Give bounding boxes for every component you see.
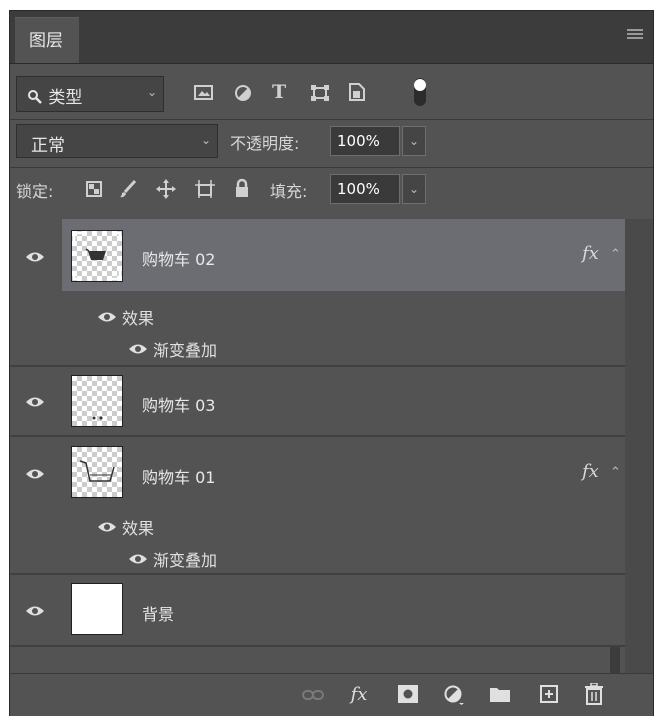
layers-scrollbar[interactable] <box>625 219 653 673</box>
effect-name[interactable]: 渐变叠加 <box>153 547 217 571</box>
chevron-down-icon: ⌄ <box>200 133 211 147</box>
layer-name[interactable]: 购物车 03 <box>142 392 215 416</box>
layer-name[interactable]: 购物车 02 <box>142 246 215 270</box>
eye-icon[interactable] <box>25 396 45 408</box>
layer-name[interactable]: 购物车 01 <box>142 464 215 488</box>
bottom-toolbar: fx <box>10 673 653 716</box>
effect-name[interactable]: 渐变叠加 <box>153 337 217 361</box>
opacity-dropdown[interactable]: ⌄ <box>402 126 426 156</box>
chevron-down-icon: ⌄ <box>146 85 157 99</box>
delete-layer-icon[interactable] <box>584 683 604 705</box>
effects-label: 效果 <box>122 519 155 538</box>
collapse-effects-icon[interactable]: ⌃ <box>610 465 621 480</box>
eye-icon[interactable] <box>97 521 117 533</box>
adjustment-filter-icon[interactable] <box>234 84 252 102</box>
lock-all-icon[interactable] <box>234 178 250 198</box>
lock-position-icon[interactable] <box>156 179 176 199</box>
add-mask-icon[interactable] <box>398 685 418 703</box>
filter-kind-dropdown[interactable]: 类型 ⌄ <box>16 76 164 112</box>
effects-label: 效果 <box>122 309 155 328</box>
lock-label: 锁定: <box>16 182 54 201</box>
eye-icon[interactable] <box>128 553 148 565</box>
filter-toggle-icon[interactable] <box>413 77 427 107</box>
layer-thumbnail <box>71 375 123 427</box>
layer-fx-icon[interactable]: fx <box>582 243 599 264</box>
lock-transparent-pixels-icon[interactable] <box>86 181 102 197</box>
fill-input[interactable]: 100% <box>330 174 400 204</box>
tab-layers[interactable]: 图层 <box>15 17 79 63</box>
eye-icon[interactable] <box>25 605 45 617</box>
layer-thumbnail <box>71 583 123 635</box>
eye-icon[interactable] <box>25 468 45 480</box>
tab-layers-label: 图层 <box>29 31 63 51</box>
new-layer-icon[interactable] <box>540 685 558 703</box>
shape-filter-icon[interactable] <box>310 84 330 102</box>
eye-icon[interactable] <box>25 251 45 263</box>
blend-mode-label: 正常 <box>31 136 65 156</box>
tab-bar: 图层 <box>10 11 653 64</box>
collapse-effects-icon[interactable]: ⌃ <box>610 247 621 262</box>
layer-thumbnail <box>71 230 123 282</box>
eye-icon[interactable] <box>97 311 117 323</box>
lock-image-pixels-icon[interactable] <box>119 179 137 199</box>
filter-kind-label: 类型 <box>48 88 83 108</box>
lock-artboard-icon[interactable] <box>194 179 216 199</box>
fill-label: 填充: <box>270 182 308 201</box>
fill-dropdown[interactable]: ⌄ <box>402 174 426 204</box>
opacity-input[interactable]: 100% <box>330 126 400 156</box>
blend-mode-dropdown[interactable]: 正常 ⌄ <box>16 124 218 158</box>
layers-panel: 图层 类型 ⌄ T 正常 ⌄ 不透明度: 100% ⌄ 锁定: 填充: 100%… <box>9 10 654 716</box>
add-style-icon[interactable]: fx <box>347 684 371 705</box>
panel-menu-icon[interactable] <box>627 29 643 40</box>
layers-list: 购物车 02 fx ⌃ 效果 渐变叠加 购物车 03 购物车 01 fx ⌃ 效… <box>10 219 653 704</box>
link-layers-icon[interactable] <box>302 689 324 701</box>
layer-fx-icon[interactable]: fx <box>582 461 599 482</box>
eye-icon[interactable] <box>128 343 148 355</box>
smart-object-filter-icon[interactable] <box>348 82 366 102</box>
opacity-label: 不透明度: <box>230 134 300 153</box>
layer-thumbnail <box>71 446 123 498</box>
layer-name[interactable]: 背景 <box>142 601 174 625</box>
type-filter-icon[interactable]: T <box>272 81 286 103</box>
image-filter-icon[interactable] <box>194 84 214 102</box>
new-adjustment-icon[interactable] <box>444 685 464 705</box>
search-icon <box>28 90 42 104</box>
new-group-icon[interactable] <box>490 686 510 702</box>
